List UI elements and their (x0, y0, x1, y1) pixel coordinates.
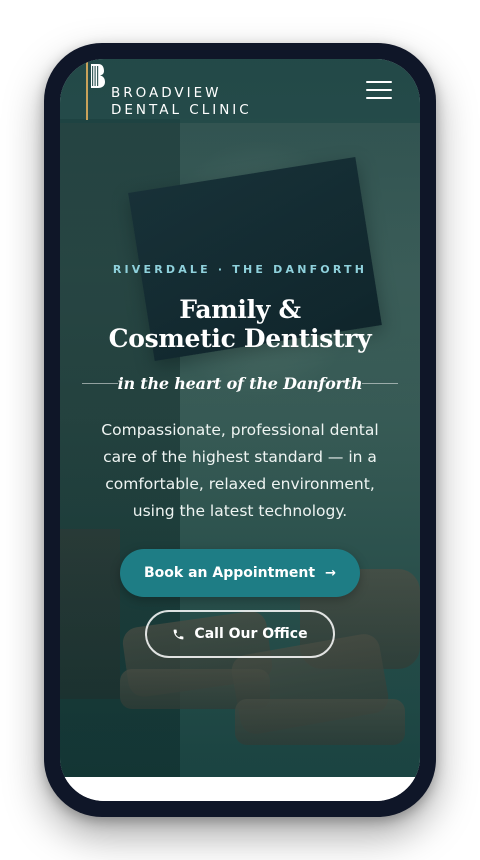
hero-tagline: in the heart of the Danforth (117, 373, 363, 393)
call-office-button[interactable]: Call Our Office (145, 610, 335, 658)
tagline-divider-left (81, 382, 118, 384)
hamburger-bar (366, 89, 392, 91)
hero-tagline-row: in the heart of the Danforth (81, 372, 399, 394)
clinic-logo-text[interactable]: BROADVIEW DENTAL CLINIC (111, 85, 252, 118)
hero-title: Family & Cosmetic Dentistry (60, 295, 420, 353)
hero-title-line2: Cosmetic Dentistry (108, 324, 372, 353)
call-office-label: Call Our Office (194, 626, 308, 642)
logo-line2: DENTAL CLINIC (111, 101, 252, 118)
logo-tooth-icon[interactable] (86, 62, 106, 120)
book-appointment-button[interactable]: Book an Appointment → (120, 549, 360, 597)
hero-title-line1: Family & (179, 295, 301, 324)
hamburger-menu-icon[interactable] (366, 81, 392, 99)
hero-eyebrow: RIVERDALE · THE DANFORTH (112, 263, 368, 276)
hamburger-bar (366, 81, 392, 83)
book-appointment-label: Book an Appointment (144, 565, 316, 581)
tagline-divider-right (362, 382, 399, 384)
hero-description: Compassionate, professional dental care … (101, 421, 379, 520)
phone-frame: RIVERDALE · THE DANFORTH Family & Cosmet… (44, 43, 436, 817)
site-header: BROADVIEW DENTAL CLINIC (60, 59, 420, 123)
phone-screen: RIVERDALE · THE DANFORTH Family & Cosmet… (60, 59, 420, 801)
arrow-right-icon: → (325, 565, 336, 581)
logo-line1: BROADVIEW (111, 85, 222, 101)
hamburger-bar (366, 97, 392, 99)
next-section (60, 777, 420, 801)
phone-icon (174, 629, 184, 639)
hero-section: RIVERDALE · THE DANFORTH Family & Cosmet… (60, 59, 420, 777)
